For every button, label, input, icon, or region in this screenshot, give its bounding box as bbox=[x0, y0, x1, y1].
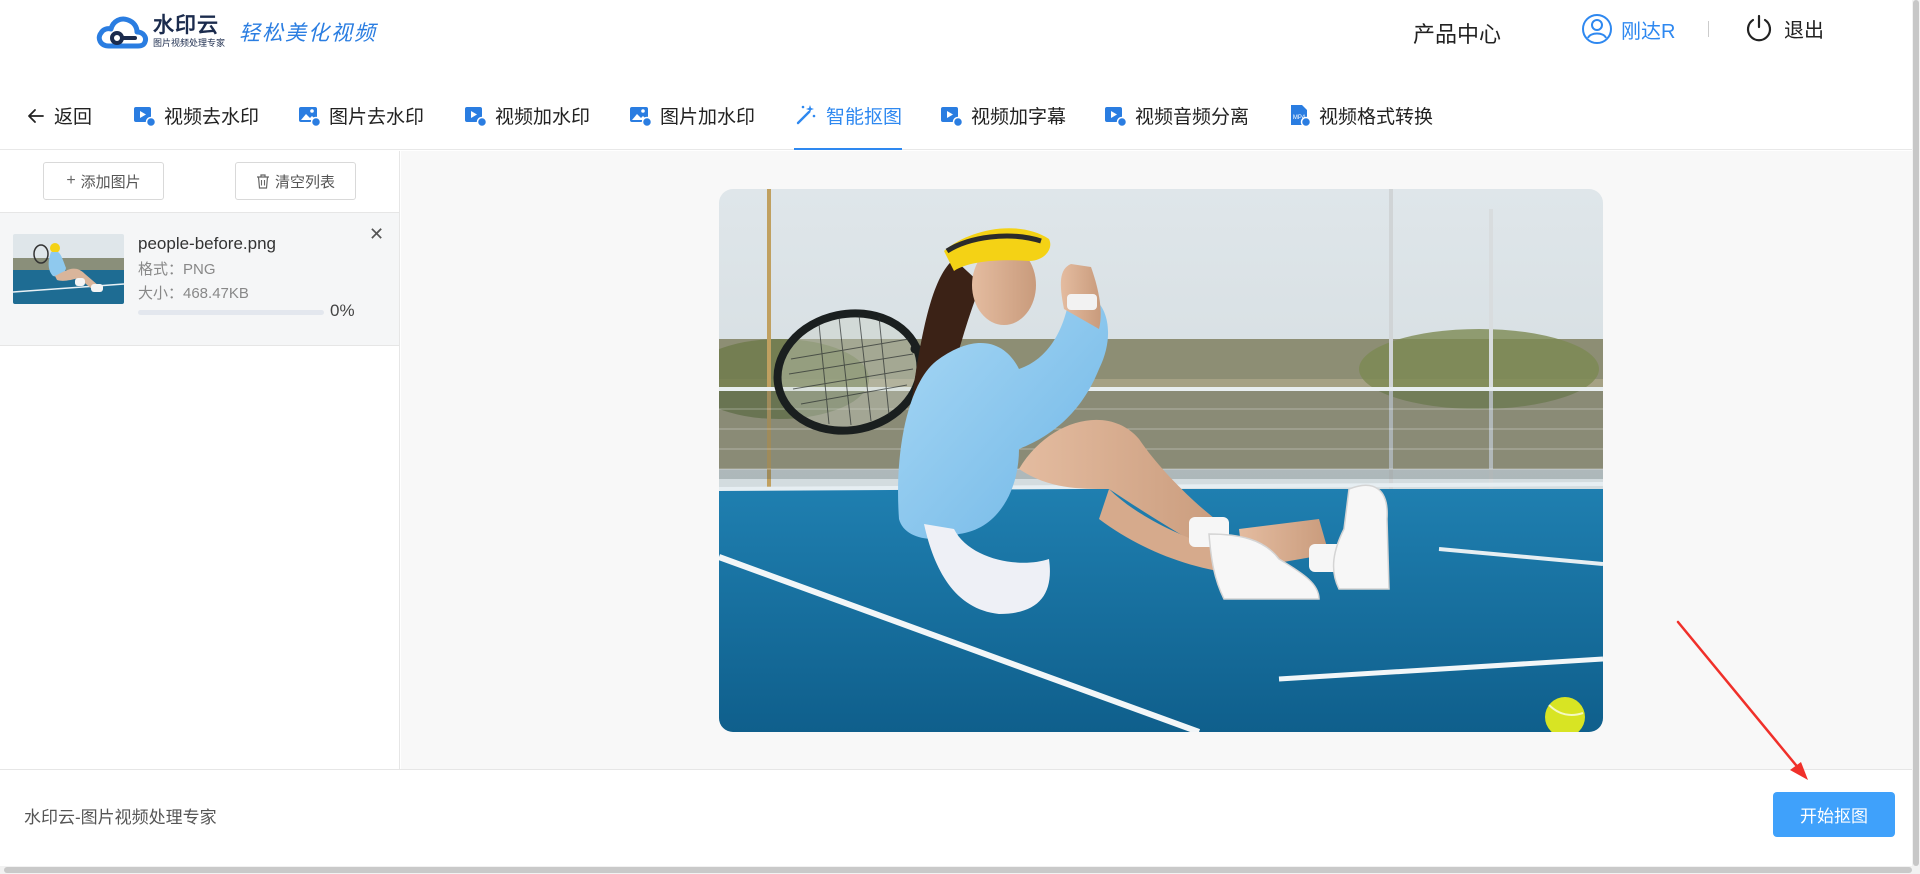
add-image-label: 添加图片 bbox=[80, 173, 141, 191]
tab-label: 图片加水印 bbox=[660, 106, 756, 128]
image-icon bbox=[299, 107, 321, 127]
logo-subtitle: 图片视频处理专家 bbox=[153, 38, 226, 48]
clear-list-label: 清空列表 bbox=[274, 173, 335, 191]
image-icon bbox=[630, 107, 652, 127]
user-menu[interactable]: 刚达R bbox=[1581, 13, 1675, 45]
tab-label: 视频加水印 bbox=[495, 106, 591, 128]
video-icon bbox=[941, 107, 963, 127]
vertical-scrollbar-thumb[interactable] bbox=[1913, 0, 1919, 866]
logout-button[interactable]: 退出 bbox=[1744, 13, 1824, 43]
horizontal-scrollbar-thumb[interactable] bbox=[4, 867, 1912, 873]
list-item[interactable]: people-before.png 格式：PNG 大小：468.47KB 0% … bbox=[0, 213, 399, 346]
tab-label: 视频格式转换 bbox=[1319, 106, 1434, 128]
logo-name: 水印云 bbox=[153, 14, 219, 37]
tab-label: 图片去水印 bbox=[329, 106, 425, 128]
video-icon bbox=[134, 107, 156, 127]
vertical-scrollbar[interactable] bbox=[1912, 0, 1920, 866]
tool-tabs: 返回 视频去水印 图片去水印 视频加水印 图片加水印 智能抠图 视频加字幕 视频… bbox=[0, 80, 1912, 150]
tab-video-add-watermark[interactable]: 视频加水印 bbox=[463, 80, 590, 150]
logo[interactable]: 水印云 图片视频处理专家 轻松美化视频 bbox=[95, 12, 377, 52]
app-window: 水印云 图片视频处理专家 轻松美化视频 产品中心 刚达R 退出 返回 视频去水印… bbox=[0, 0, 1920, 874]
user-name: 刚达R bbox=[1621, 20, 1676, 43]
file-thumbnail bbox=[13, 234, 124, 304]
top-header: 水印云 图片视频处理专家 轻松美化视频 产品中心 刚达R 退出 bbox=[0, 0, 1912, 80]
header-divider bbox=[1708, 21, 1709, 37]
horizontal-scrollbar[interactable] bbox=[0, 866, 1920, 874]
close-icon[interactable]: ✕ bbox=[369, 225, 384, 243]
footer-bar: 水印云-图片视频处理专家 开始抠图 bbox=[0, 769, 1912, 866]
logo-slogan: 轻松美化视频 bbox=[239, 21, 378, 45]
preview-area bbox=[401, 151, 1912, 769]
tab-video-remove-watermark[interactable]: 视频去水印 bbox=[132, 80, 259, 150]
cloud-logo-icon bbox=[96, 16, 148, 49]
image-preview bbox=[719, 189, 1603, 732]
add-image-button[interactable]: + 添加图片 bbox=[43, 162, 164, 200]
file-size: 大小：468.47KB bbox=[138, 285, 249, 302]
logout-label: 退出 bbox=[1784, 19, 1824, 42]
video-icon bbox=[1105, 107, 1127, 127]
power-icon bbox=[1746, 14, 1772, 42]
file-format: 格式：PNG bbox=[138, 261, 216, 278]
file-list-panel: + 添加图片 清空列表 people-before.png 格式：PNG 大小：… bbox=[0, 151, 400, 769]
footer-text: 水印云-图片视频处理专家 bbox=[24, 808, 217, 827]
back-label: 返回 bbox=[54, 107, 93, 128]
tab-label: 智能抠图 bbox=[826, 106, 903, 128]
progress-bar bbox=[138, 310, 324, 315]
back-button[interactable]: 返回 bbox=[26, 102, 92, 129]
start-cutout-button[interactable]: 开始抠图 bbox=[1773, 792, 1895, 837]
tab-video-add-subtitles[interactable]: 视频加字幕 bbox=[939, 80, 1066, 150]
tab-label: 视频去水印 bbox=[164, 106, 260, 128]
tab-image-add-watermark[interactable]: 图片加水印 bbox=[628, 80, 755, 150]
progress-percent: 0% bbox=[330, 301, 355, 320]
magic-wand-icon bbox=[796, 105, 816, 125]
tab-label: 视频加字幕 bbox=[971, 106, 1067, 128]
clear-list-button[interactable]: 清空列表 bbox=[235, 162, 356, 200]
file-name: people-before.png bbox=[138, 234, 277, 253]
arrow-left-icon bbox=[28, 108, 44, 123]
tab-image-remove-watermark[interactable]: 图片去水印 bbox=[297, 80, 424, 150]
user-avatar-icon bbox=[1582, 14, 1612, 44]
tab-smart-cutout[interactable]: 智能抠图 bbox=[794, 80, 903, 150]
tab-video-audio-separate[interactable]: 视频音频分离 bbox=[1103, 80, 1249, 150]
tab-video-format-convert[interactable]: MP4 视频格式转换 bbox=[1287, 80, 1433, 150]
tab-label: 视频音频分离 bbox=[1135, 106, 1250, 128]
product-center-link[interactable]: 产品中心 bbox=[1413, 17, 1501, 49]
mp4-file-icon: MP4 bbox=[1291, 105, 1311, 127]
trash-icon bbox=[256, 173, 269, 189]
plus-icon: + bbox=[66, 172, 76, 189]
video-icon bbox=[465, 107, 487, 127]
